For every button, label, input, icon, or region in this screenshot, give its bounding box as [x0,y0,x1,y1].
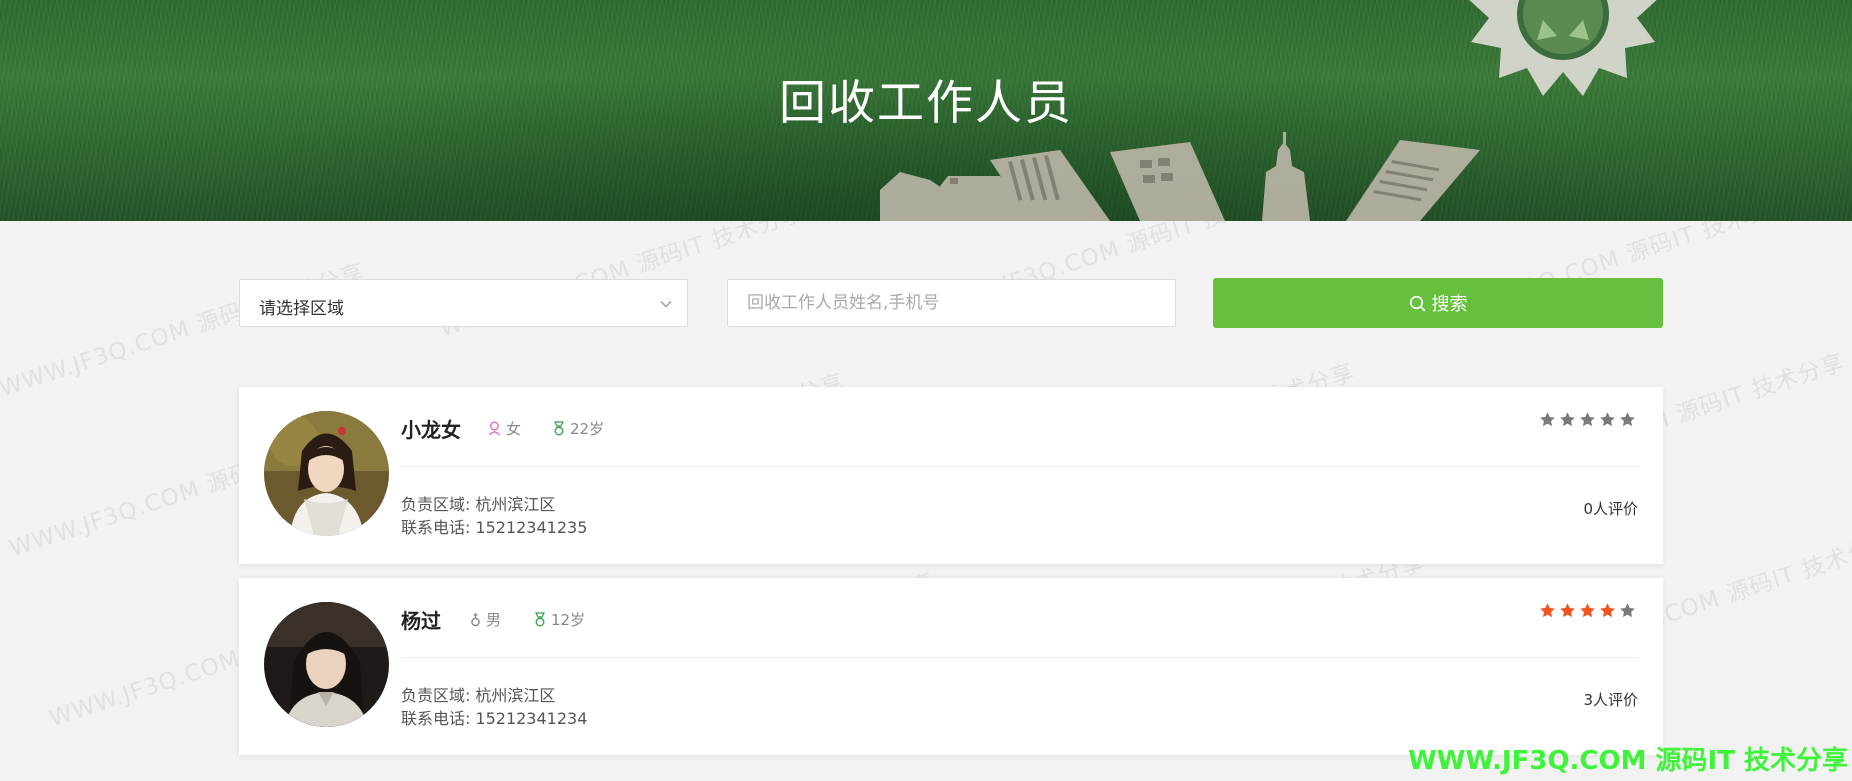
phone-value: 15212341234 [475,709,588,728]
star-icon [1600,603,1615,618]
staff-card[interactable]: 小龙女 女 22岁 负责区域: 杭州滨江区 联系电话: 15212341235 0人… [239,387,1663,564]
star-icon [1540,603,1555,618]
search-input[interactable] [727,279,1176,327]
rating-stars [1539,411,1636,428]
hero-banner: 回收工作人员 [0,0,1852,221]
star-icon [1560,603,1575,618]
star-icon [1540,412,1555,427]
star-icon [1560,412,1575,427]
gender-label: 女 [506,420,522,438]
star-icon [1620,603,1635,618]
search-icon [1409,295,1425,311]
region-select-placeholder: 请选择区域 [259,299,344,319]
star-icon [1580,603,1595,618]
review-count: 3人评价 [1583,691,1638,709]
corner-watermark: WWW.JF3Q.COM 源码IT 技术分享 [1408,746,1848,776]
region-value: 杭州滨江区 [475,495,556,514]
phone-label: 联系电话: [401,518,471,537]
staff-card[interactable]: 杨过 男 12岁 负责区域: 杭州滨江区 联系电话: 15212341234 3人评… [239,578,1663,755]
rating-stars [1539,602,1636,619]
city-skyline [880,132,1480,221]
page-title: 回收工作人员 [779,76,1073,131]
male-symbol-icon [471,613,480,627]
watermark-text: WWW.JF3Q.COM 源码IT 技术分享 [0,259,369,403]
chevron-down-icon [660,301,672,308]
staff-name: 杨过 [401,609,441,633]
star-icon [1600,412,1615,427]
phone-label: 联系电话: [401,709,471,728]
search-button[interactable]: 搜索 [1213,278,1663,328]
badge-icon [535,612,545,627]
avatar [264,602,389,727]
female-symbol-icon [488,421,501,436]
phone-line: 联系电话: 15212341235 [401,514,587,538]
age-tag: 22岁 [553,418,604,439]
region-line: 负责区域: 杭州滨江区 [401,682,555,706]
region-line: 负责区域: 杭州滨江区 [401,491,555,515]
age-label: 22岁 [570,420,605,438]
star-icon [1580,412,1595,427]
age-label: 12岁 [551,611,586,629]
avatar [264,411,389,536]
region-label: 负责区域: [401,495,471,514]
region-select[interactable]: 请选择区域 [239,279,688,327]
star-icon [1620,412,1635,427]
region-value: 杭州滨江区 [475,686,556,705]
gender-tag: 女 [488,418,521,439]
age-tag: 12岁 [534,609,585,630]
phone-value: 15212341235 [475,518,588,537]
badge-icon [554,421,564,436]
region-label: 负责区域: [401,686,471,705]
search-button-label: 搜索 [1431,294,1468,315]
review-count: 0人评价 [1583,500,1638,518]
gender-label: 男 [486,611,502,629]
divider [401,657,1639,658]
gender-tag: 男 [470,609,501,630]
staff-name: 小龙女 [401,418,461,442]
divider [401,466,1639,467]
phone-line: 联系电话: 15212341234 [401,705,587,729]
